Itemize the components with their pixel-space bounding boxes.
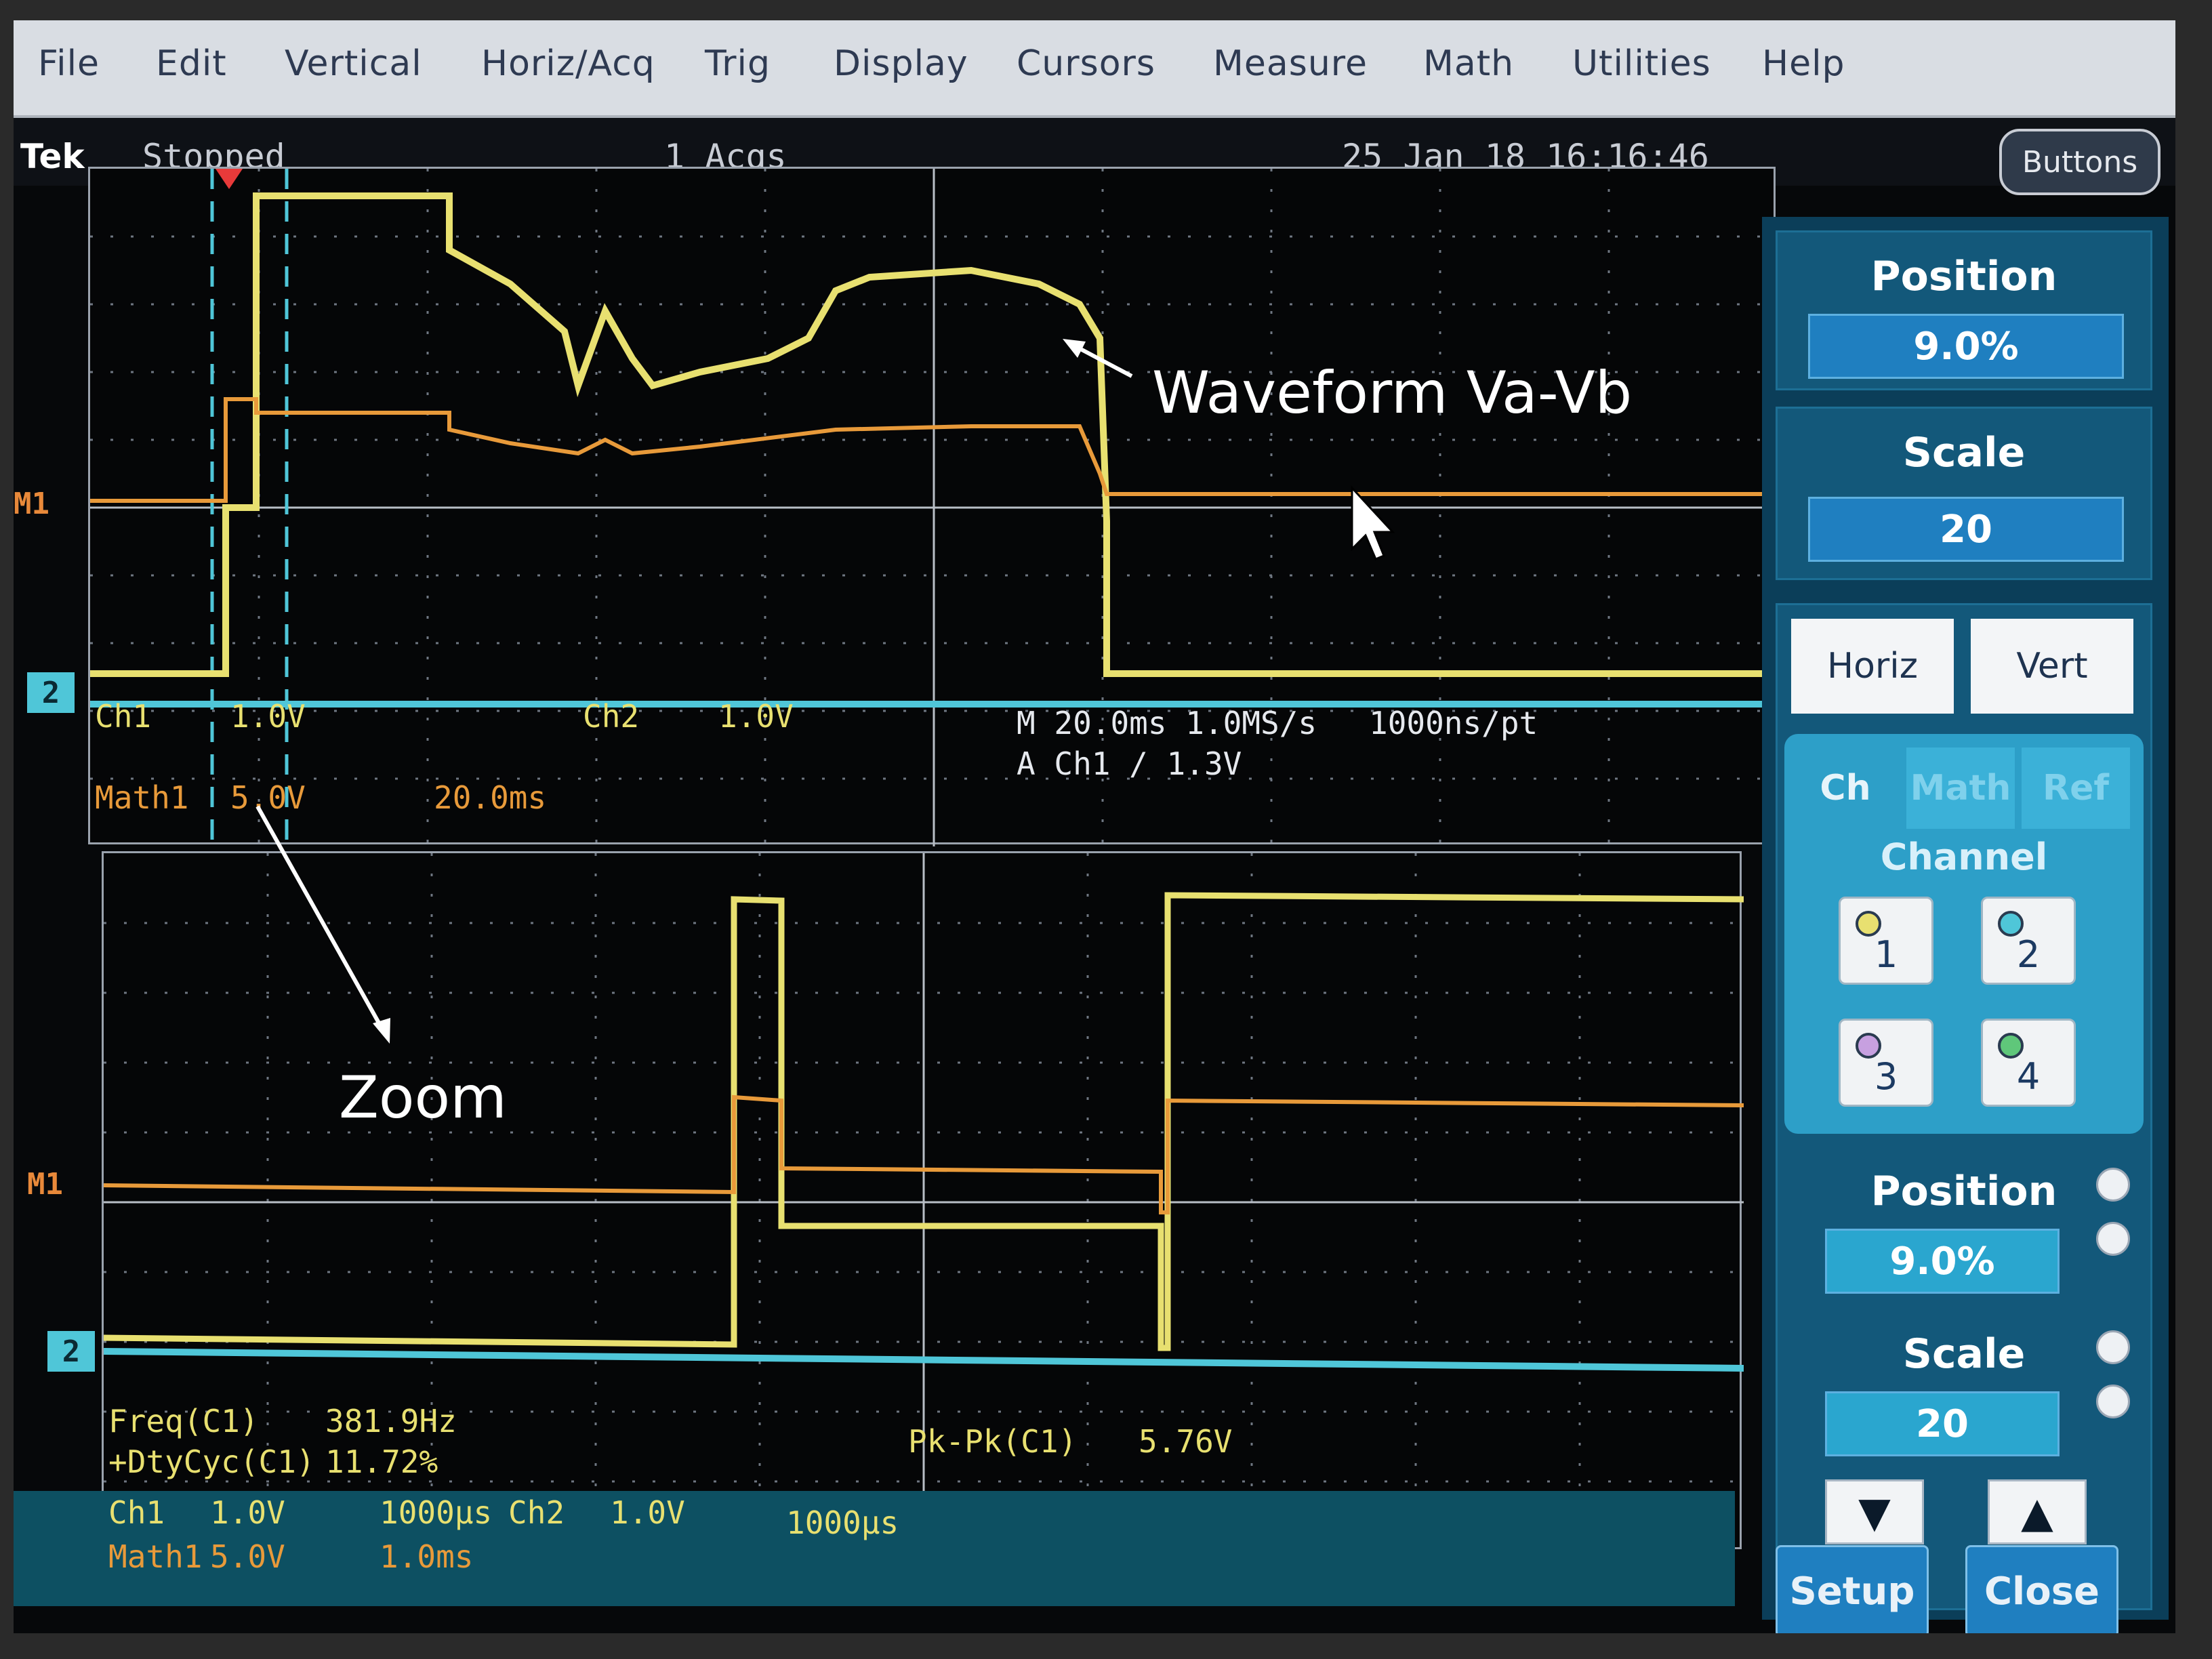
tab-ref[interactable]: Ref bbox=[2022, 747, 2130, 829]
scale-box: Scale 20 bbox=[1776, 407, 2152, 580]
position-knob-up[interactable] bbox=[2096, 1168, 2130, 1202]
position2-value[interactable]: 9.0% bbox=[1825, 1229, 2060, 1294]
channel-1-button[interactable]: 1 bbox=[1839, 897, 1933, 985]
increase-button[interactable]: ▲ bbox=[1988, 1479, 2087, 1544]
channel-3-label: 3 bbox=[1874, 1055, 1898, 1098]
side-panel: Position 9.0% Scale 20 Horiz Vert Ch Mat… bbox=[1762, 217, 2169, 1620]
channel-2-label: 2 bbox=[2016, 933, 2041, 976]
channel-4-label: 4 bbox=[2016, 1055, 2041, 1098]
channel-2-color-icon bbox=[1998, 911, 2024, 937]
channel-2-button[interactable]: 2 bbox=[1981, 897, 2076, 985]
position-box: Position 9.0% bbox=[1776, 230, 2152, 390]
scale-value[interactable]: 20 bbox=[1808, 497, 2124, 562]
mouse-pointer-icon bbox=[1351, 485, 1395, 560]
position-title: Position bbox=[1870, 253, 2057, 300]
channel-1-label: 1 bbox=[1874, 933, 1898, 976]
scale-knob-up[interactable] bbox=[2096, 1330, 2130, 1364]
tab-math[interactable]: Math bbox=[1906, 747, 2015, 829]
tab-vert[interactable]: Vert bbox=[1971, 619, 2133, 714]
scale-title: Scale bbox=[1902, 429, 2026, 476]
down-arrow-icon: ▼ bbox=[1858, 1487, 1891, 1537]
position-value[interactable]: 9.0% bbox=[1808, 314, 2124, 379]
tab-ch[interactable]: Ch bbox=[1791, 747, 1900, 829]
scale2-title: Scale bbox=[1902, 1330, 2026, 1378]
close-button[interactable]: Close bbox=[1965, 1545, 2118, 1633]
setup-button[interactable]: Setup bbox=[1776, 1545, 1929, 1633]
channel-3-button[interactable]: 3 bbox=[1839, 1019, 1933, 1107]
decrease-button[interactable]: ▼ bbox=[1825, 1479, 1924, 1544]
channel-4-color-icon bbox=[1998, 1033, 2024, 1059]
oscilloscope-screen: File Edit Vertical Horiz/Acq Trig Displa… bbox=[14, 20, 2175, 1633]
up-arrow-icon: ▲ bbox=[2021, 1487, 2053, 1537]
vertical-controls-box: Horiz Vert Ch Math Ref Channel 1 2 3 4 P… bbox=[1776, 603, 2152, 1610]
channel-title: Channel bbox=[1880, 836, 2048, 878]
channel-1-color-icon bbox=[1856, 911, 1881, 937]
scale2-value[interactable]: 20 bbox=[1825, 1391, 2060, 1456]
position-knob-down[interactable] bbox=[2096, 1222, 2130, 1256]
tab-horiz[interactable]: Horiz bbox=[1791, 619, 1954, 714]
scale-knob-down[interactable] bbox=[2096, 1385, 2130, 1418]
channel-3-color-icon bbox=[1856, 1033, 1881, 1059]
channel-4-button[interactable]: 4 bbox=[1981, 1019, 2076, 1107]
position2-title: Position bbox=[1870, 1168, 2057, 1215]
